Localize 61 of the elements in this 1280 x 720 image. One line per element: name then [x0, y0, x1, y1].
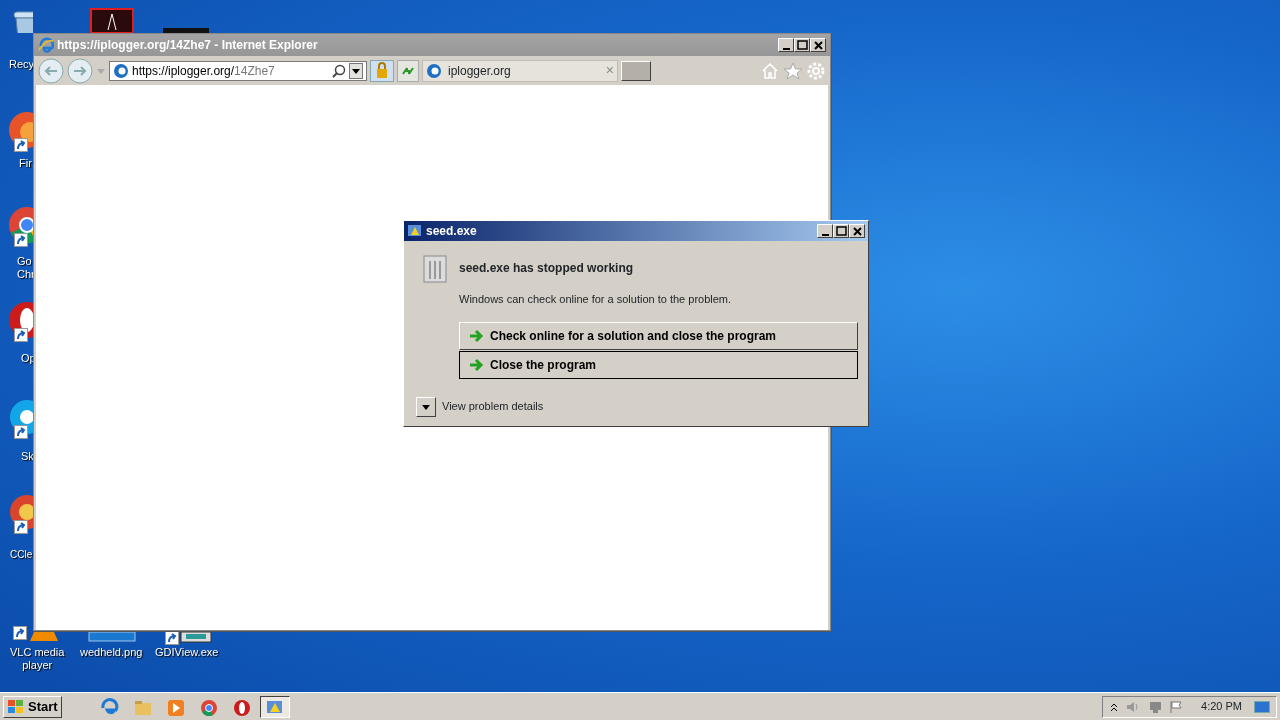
shortcut-icon — [14, 328, 28, 342]
close-button[interactable] — [810, 38, 826, 52]
chevron-up-icon[interactable] — [1109, 701, 1120, 712]
browser-tab[interactable]: iplogger.org × — [422, 59, 618, 82]
taskbar-button[interactable] — [259, 695, 290, 718]
window-title: https://iplogger.org/14Zhe7 - Internet Explorer — [57, 37, 319, 54]
search-icon[interactable] — [332, 63, 346, 78]
shortcut-icon — [14, 138, 28, 152]
arrow-icon — [468, 328, 484, 343]
close-icon — [811, 39, 825, 51]
icon-label[interactable]: Recy — [9, 58, 35, 71]
shortcut-icon — [14, 233, 28, 247]
expand-button[interactable] — [416, 396, 436, 417]
close-button[interactable] — [849, 224, 865, 238]
maximize-button[interactable] — [833, 224, 849, 238]
new-tab-button[interactable] — [621, 60, 651, 81]
caret-icon — [421, 403, 431, 412]
shortcut-icon — [14, 425, 28, 439]
shortcut-icon — [14, 520, 28, 534]
star-icon[interactable] — [783, 60, 803, 81]
application-icon[interactable] — [180, 632, 212, 643]
dropdown-button[interactable] — [349, 61, 363, 80]
error-icon — [407, 223, 423, 239]
minimize-icon — [821, 233, 829, 236]
maximize-icon — [795, 39, 809, 51]
address-text: https://iplogger.org/14Zhe7 — [132, 62, 276, 80]
maximize-button[interactable] — [794, 38, 810, 52]
icon-label[interactable]: Sk — [21, 450, 34, 463]
window-title: seed.exe — [426, 223, 478, 240]
close-icon — [850, 225, 864, 237]
command-button[interactable]: Close the program — [459, 350, 858, 379]
command-button[interactable]: Check online for a solution and close the program — [459, 321, 858, 350]
flag-icon[interactable] — [1169, 699, 1184, 714]
clock[interactable]: 4:20 PM — [1201, 698, 1242, 715]
address-bar[interactable]: https://iplogger.org/14Zhe7 — [109, 60, 367, 81]
site-icon — [113, 62, 129, 79]
icon-label[interactable]: VLC media player — [10, 646, 65, 672]
refresh-icon[interactable] — [397, 59, 419, 82]
details-label[interactable]: View problem details — [442, 398, 544, 415]
icon-label[interactable]: GDIView.exe — [155, 646, 219, 659]
icon-label[interactable]: Go Chr — [17, 255, 35, 281]
program-icon — [423, 255, 447, 283]
dialog-heading: seed.exe has stopped working — [459, 260, 635, 277]
minimize-button[interactable] — [778, 38, 794, 52]
start-button[interactable]: Start — [3, 695, 62, 718]
minimize-icon — [782, 47, 790, 50]
maximize-icon — [834, 225, 848, 237]
icon-label[interactable]: Fir — [19, 157, 32, 170]
site-icon — [426, 62, 442, 79]
arrow-icon — [468, 357, 484, 372]
show-desktop-button[interactable] — [1254, 700, 1270, 713]
browser-icon — [38, 37, 54, 53]
dialog-message: Windows can check online for a solution to the problem. — [459, 292, 733, 307]
tab-title: iplogger.org — [448, 62, 512, 80]
lock-icon[interactable] — [370, 59, 394, 82]
icon-label[interactable]: CCle — [10, 548, 33, 561]
minimize-button[interactable] — [817, 224, 833, 238]
shortcut-icon — [13, 626, 27, 640]
icon-label[interactable]: wedheld.png — [80, 646, 143, 659]
document-icon[interactable] — [90, 8, 134, 34]
windows-logo-icon — [7, 698, 25, 715]
